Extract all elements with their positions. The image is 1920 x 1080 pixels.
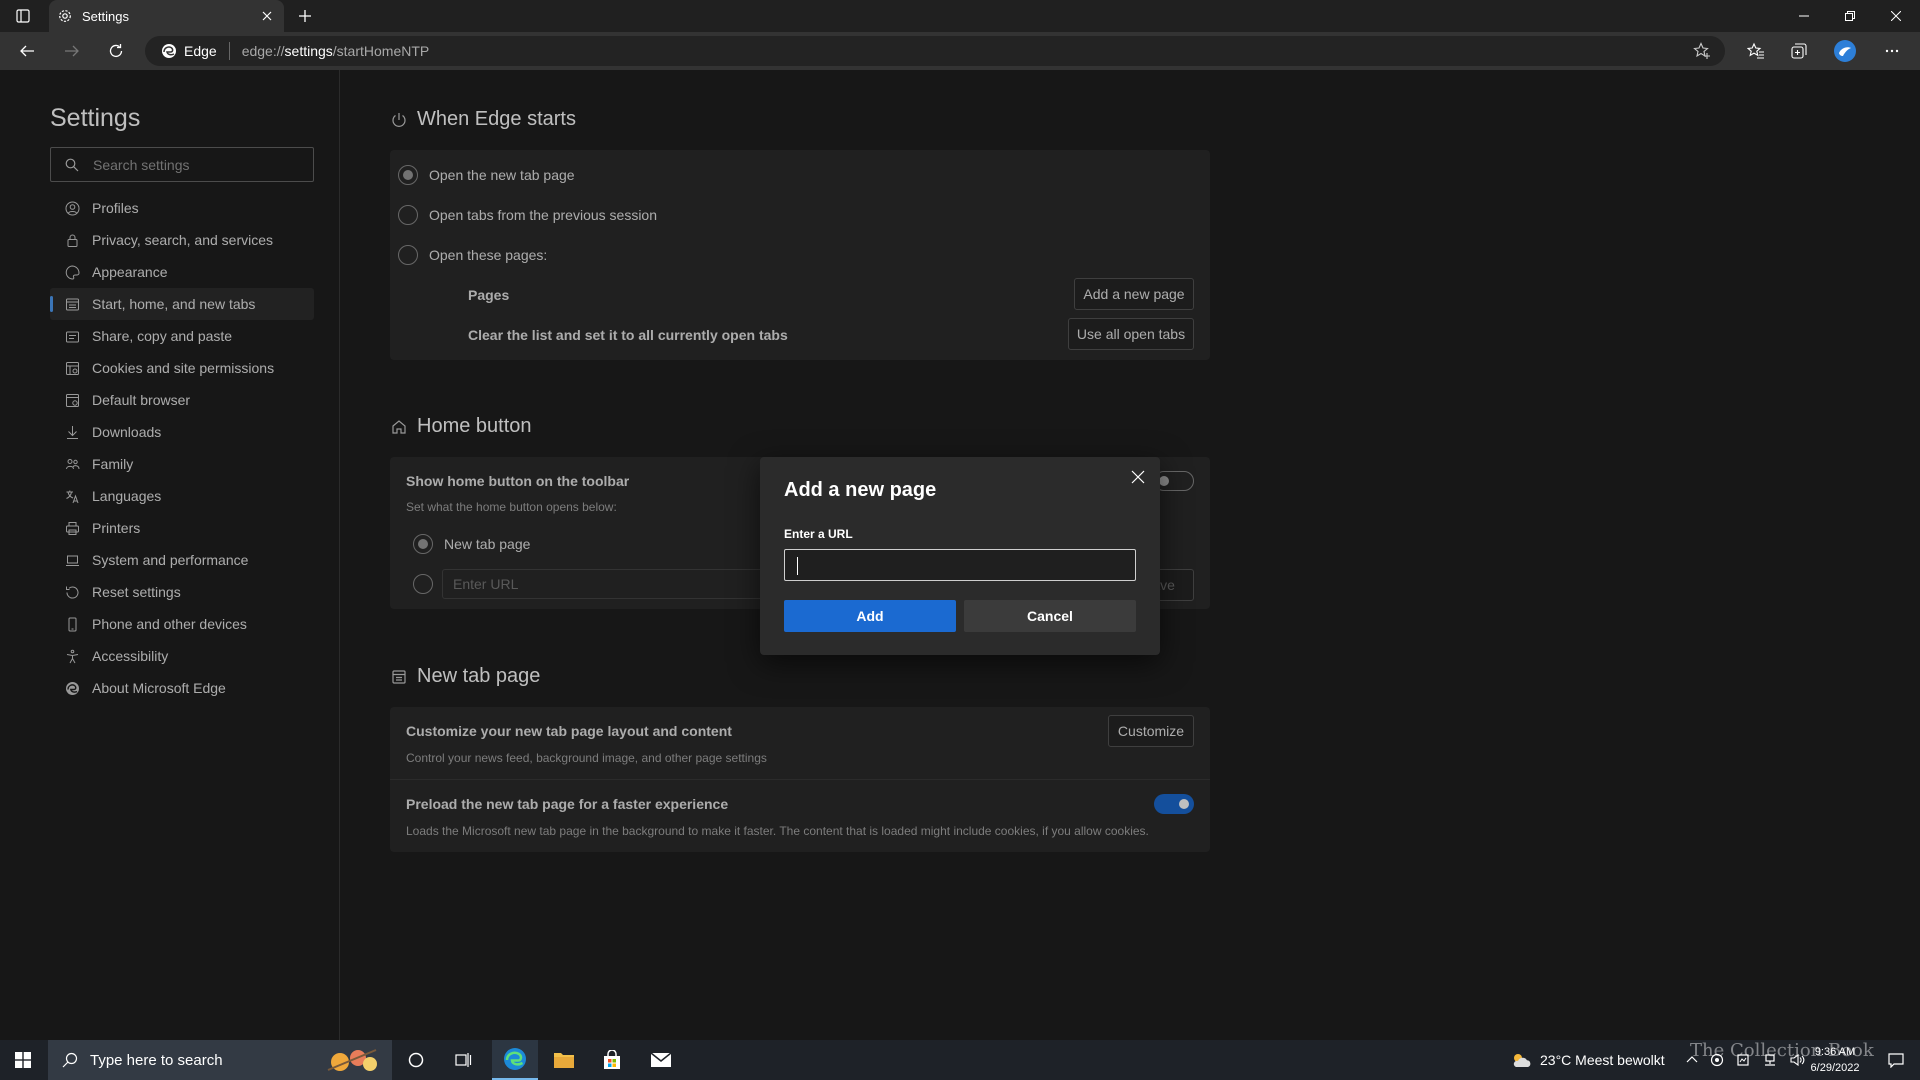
file-explorer-button[interactable] <box>541 1040 587 1080</box>
edge-icon <box>504 1048 526 1070</box>
dialog-title: Add a new page <box>784 479 937 501</box>
window-close-button[interactable] <box>1873 0 1919 32</box>
taskbar-edge-button[interactable] <box>492 1040 538 1080</box>
windows-icon <box>15 1052 31 1068</box>
mail-button[interactable] <box>638 1040 684 1080</box>
taskbar-search[interactable]: Type here to search <box>48 1040 392 1080</box>
close-icon <box>262 11 272 21</box>
more-horizontal-icon <box>1885 49 1899 53</box>
tab-title: Settings <box>82 8 129 24</box>
dialog-close-button[interactable] <box>1126 465 1150 489</box>
tab-close-button[interactable] <box>256 5 278 27</box>
refresh-button[interactable] <box>99 36 133 66</box>
profile-button[interactable] <box>1828 36 1862 66</box>
url-input[interactable] <box>784 549 1136 581</box>
search-highlight-illustration-icon <box>327 1049 377 1071</box>
cortana-button[interactable] <box>396 1040 436 1080</box>
store-icon <box>604 1050 620 1069</box>
collections-button[interactable] <box>1782 36 1816 66</box>
forward-button[interactable] <box>55 36 89 66</box>
add-favorite-button[interactable] <box>1693 42 1711 60</box>
search-icon <box>62 1052 78 1068</box>
minimize-button[interactable] <box>1781 0 1827 32</box>
settings-more-button[interactable] <box>1875 36 1909 66</box>
task-view-icon <box>455 1053 472 1067</box>
site-identity-label: Edge <box>184 43 217 59</box>
site-identity-chip[interactable]: Edge <box>145 42 230 60</box>
refresh-icon <box>109 44 123 58</box>
mail-icon <box>650 1052 672 1067</box>
task-view-button[interactable] <box>443 1040 483 1080</box>
close-icon <box>1891 11 1901 21</box>
edge-icon <box>162 44 176 58</box>
notification-center-button[interactable] <box>1872 1040 1920 1080</box>
close-icon <box>1131 470 1145 484</box>
minimize-icon <box>1799 15 1809 17</box>
restore-icon <box>1845 11 1855 21</box>
arrow-left-icon <box>20 45 34 57</box>
new-tab-button[interactable] <box>293 4 317 28</box>
start-button[interactable] <box>0 1040 46 1080</box>
gear-icon <box>59 10 71 22</box>
folder-icon <box>554 1053 574 1068</box>
url-field-label: Enter a URL <box>784 527 853 541</box>
favorites-icon <box>1747 42 1764 59</box>
cancel-button[interactable]: Cancel <box>964 600 1136 632</box>
profile-avatar-icon <box>1834 40 1856 62</box>
restore-button[interactable] <box>1827 0 1873 32</box>
add-new-page-dialog: Add a new page Enter a URL Add Cancel <box>760 457 1160 655</box>
cortana-icon <box>408 1052 424 1068</box>
weather-text: 23°C Meest bewolkt <box>1540 1052 1665 1068</box>
title-bar: Settings <box>0 0 1920 32</box>
browser-tab-settings[interactable]: Settings <box>49 0 284 32</box>
add-button[interactable]: Add <box>784 600 956 632</box>
address-bar[interactable]: Edge edge://settings/startHomeNTP <box>145 36 1725 66</box>
collections-icon <box>1791 43 1807 59</box>
plus-icon <box>299 10 311 22</box>
notification-icon <box>1888 1053 1904 1068</box>
tab-actions-icon <box>16 9 30 23</box>
browser-toolbar: Edge edge://settings/startHomeNTP <box>0 32 1920 70</box>
back-button[interactable] <box>10 36 44 66</box>
windows-taskbar: Type here to search 23°C Meest bewolkt 9… <box>0 1040 1920 1080</box>
weather-widget[interactable]: 23°C Meest bewolkt <box>1510 1040 1665 1080</box>
taskbar-search-placeholder: Type here to search <box>90 1051 223 1069</box>
clock-date: 6/29/2022 <box>1810 1062 1860 1074</box>
cloudy-weather-icon <box>1513 1054 1531 1067</box>
star-plus-icon <box>1693 42 1710 59</box>
watermark: The Collection Book <box>1690 1040 1874 1061</box>
favorites-button[interactable] <box>1739 36 1773 66</box>
store-button[interactable] <box>589 1040 635 1080</box>
tab-actions-button[interactable] <box>8 4 38 28</box>
arrow-right-icon <box>65 45 79 57</box>
url-text: edge://settings/startHomeNTP <box>241 43 430 59</box>
